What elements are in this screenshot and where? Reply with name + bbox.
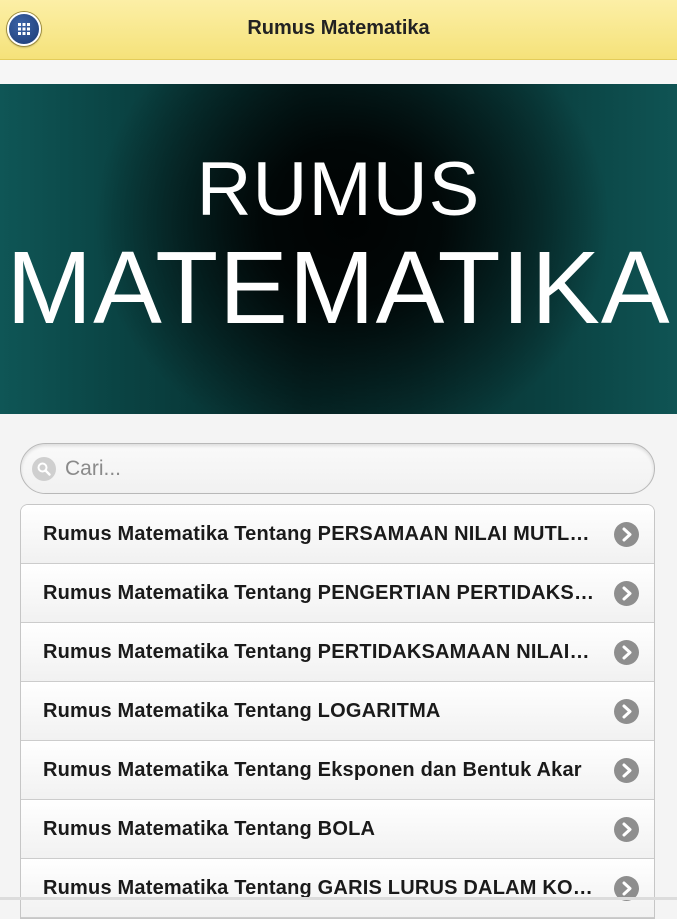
chevron-right-icon	[614, 817, 639, 842]
list-item-label: Rumus Matematika Tentang BOLA	[43, 818, 376, 840]
list-item-label: Rumus Matematika Tentang Eksponen dan Be…	[43, 759, 582, 781]
chevron-right-icon	[614, 640, 639, 665]
formula-list: Rumus Matematika Tentang PERSAMAAN NILAI…	[20, 504, 655, 919]
chevron-right-icon	[614, 758, 639, 783]
list-item-label: Rumus Matematika Tentang PERTIDAKSAMAAN …	[43, 641, 595, 663]
list-item[interactable]: Rumus Matematika Tentang BOLA	[21, 800, 654, 859]
list-item-label: Rumus Matematika Tentang PENGERTIAN PERT…	[43, 582, 595, 604]
list-item-label: Rumus Matematika Tentang PERSAMAAN NILAI…	[43, 523, 595, 545]
list-item[interactable]: Rumus Matematika Tentang PERTIDAKSAMAAN …	[21, 623, 654, 682]
list-item[interactable]: Rumus Matematika Tentang PERSAMAAN NILAI…	[21, 505, 654, 564]
header-spacer	[0, 60, 677, 84]
banner-title-line1: RUMUS	[196, 147, 481, 232]
chevron-right-icon	[614, 699, 639, 724]
search-bar	[20, 443, 655, 494]
chevron-right-icon	[614, 581, 639, 606]
list-item[interactable]: Rumus Matematika Tentang PENGERTIAN PERT…	[21, 564, 654, 623]
hero-banner: RUMUS MATEMATIKA	[0, 84, 677, 414]
page-title: Rumus Matematika	[247, 17, 430, 39]
chevron-right-icon	[614, 522, 639, 547]
list-item[interactable]: Rumus Matematika Tentang LOGARITMA	[21, 682, 654, 741]
app-header: Rumus Matematika	[0, 0, 677, 60]
list-item-label: Rumus Matematika Tentang LOGARITMA	[43, 700, 441, 722]
search-icon	[32, 457, 56, 481]
banner-title-line2: MATEMATIKA	[6, 230, 671, 345]
search-input[interactable]	[63, 452, 637, 486]
list-item[interactable]: Rumus Matematika Tentang GARIS LURUS DAL…	[21, 859, 654, 918]
list-item[interactable]: Rumus Matematika Tentang Eksponen dan Be…	[21, 741, 654, 800]
